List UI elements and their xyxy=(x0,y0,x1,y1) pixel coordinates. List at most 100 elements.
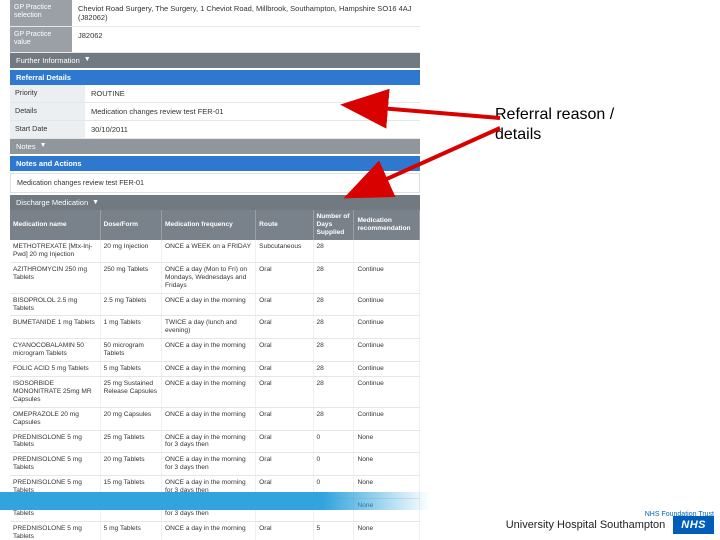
cell-route: Oral xyxy=(256,362,313,377)
referral-details-title: Referral Details xyxy=(10,70,420,85)
referral-details-row: Details Medication changes review test F… xyxy=(10,103,420,121)
cell-dose: 1 mg Tablets xyxy=(100,316,161,339)
gp-practice-selection-row: GP Practice selection Cheviot Road Surge… xyxy=(10,0,420,27)
referral-start-value: 30/10/2011 xyxy=(85,121,420,138)
cell-freq: TWICE a day (lunch and evening) xyxy=(162,316,256,339)
table-row: FOLIC ACID 5 mg Tablets5 mg TabletsONCE … xyxy=(10,362,420,377)
cell-dose: 2.5 mg Tablets xyxy=(100,293,161,316)
cell-freq: ONCE a day in the morning for 3 days the… xyxy=(162,453,256,476)
table-row: ISOSORBIDE MONONITRATE 25mg MR Capsules2… xyxy=(10,377,420,408)
cell-rec: None xyxy=(354,453,420,476)
cell-dose: 25 mg Tablets xyxy=(100,430,161,453)
table-row: METHOTREXATE [Mtx-Inj-Pwd] 20 mg Injecti… xyxy=(10,240,420,262)
table-row: CYANOCOBALAMIN 50 microgram Tablets50 mi… xyxy=(10,339,420,362)
cell-route: Oral xyxy=(256,407,313,430)
col-route: Route xyxy=(256,210,313,240)
cell-rec: Continue xyxy=(354,316,420,339)
cell-days: 28 xyxy=(313,293,354,316)
further-information-label: Further Information xyxy=(16,56,80,65)
cell-freq: ONCE a day in the morning xyxy=(162,339,256,362)
discharge-medication-section[interactable]: Discharge Medication ▼ xyxy=(10,195,420,210)
footer-logos: University Hospital Southampton NHS xyxy=(506,516,714,534)
cell-freq: ONCE a day (Mon to Fri) on Mondays, Wedn… xyxy=(162,262,256,293)
gp-practice-selection-value: Cheviot Road Surgery, The Surgery, 1 Che… xyxy=(72,0,420,26)
cell-route: Oral xyxy=(256,430,313,453)
col-medication-name: Medication name xyxy=(10,210,100,240)
trust-subtext: NHS Foundation Trust xyxy=(645,511,714,518)
further-information-section[interactable]: Further Information ▼ xyxy=(10,53,420,68)
medication-table: Medication name Dose/Form Medication fre… xyxy=(10,210,420,540)
cell-rec: None xyxy=(354,430,420,453)
cell-name: OMEPRAZOLE 20 mg Capsules xyxy=(10,407,100,430)
cell-rec xyxy=(354,240,420,262)
cell-dose: 250 mg Tablets xyxy=(100,262,161,293)
cell-rec: Continue xyxy=(354,262,420,293)
referral-priority-value: ROUTINE xyxy=(85,85,420,102)
col-days-supplied: Number of Days Supplied xyxy=(313,210,354,240)
cell-rec: Continue xyxy=(354,407,420,430)
cell-dose: 25 mg Sustained Release Capsules xyxy=(100,377,161,408)
cell-days: 0 xyxy=(313,430,354,453)
cell-name: BUMETANIDE 1 mg Tablets xyxy=(10,316,100,339)
cell-route: Subcutaneous xyxy=(256,240,313,262)
cell-freq: ONCE a day in the morning xyxy=(162,362,256,377)
table-row: PREDNISOLONE 5 mg Tablets25 mg TabletsON… xyxy=(10,430,420,453)
chevron-down-icon: ▼ xyxy=(84,56,91,64)
cell-dose: 50 microgram Tablets xyxy=(100,339,161,362)
table-row: AZITHROMYCIN 250 mg Tablets250 mg Tablet… xyxy=(10,262,420,293)
table-row: OMEPRAZOLE 20 mg Capsules20 mg CapsulesO… xyxy=(10,407,420,430)
cell-route: Oral xyxy=(256,316,313,339)
cell-days: 28 xyxy=(313,240,354,262)
notes-actions-title: Notes and Actions xyxy=(10,156,420,171)
cell-days: 28 xyxy=(313,262,354,293)
referral-priority-row: Priority ROUTINE xyxy=(10,85,420,103)
cell-days: 28 xyxy=(313,377,354,408)
col-recommendation: Medication recommendation xyxy=(354,210,420,240)
cell-name: PREDNISOLONE 5 mg Tablets xyxy=(10,453,100,476)
footer-band: University Hospital Southampton NHS NHS … xyxy=(0,492,720,540)
cell-route: Oral xyxy=(256,377,313,408)
uhs-logo-text: University Hospital Southampton xyxy=(506,519,666,531)
cell-days: 28 xyxy=(313,407,354,430)
cell-route: Oral xyxy=(256,293,313,316)
annotation-line2: details xyxy=(495,126,541,143)
footer-blue-stripe xyxy=(0,492,430,510)
notes-section[interactable]: Notes ▼ xyxy=(10,139,420,154)
gp-practice-selection-label: GP Practice selection xyxy=(10,0,72,26)
referral-start-row: Start Date 30/10/2011 xyxy=(10,121,420,139)
cell-rec: Continue xyxy=(354,377,420,408)
table-row: BISOPROLOL 2.5 mg Tablets2.5 mg Tablets O… xyxy=(10,293,420,316)
cell-name: AZITHROMYCIN 250 mg Tablets xyxy=(10,262,100,293)
cell-route: Oral xyxy=(256,339,313,362)
cell-name: ISOSORBIDE MONONITRATE 25mg MR Capsules xyxy=(10,377,100,408)
cell-name: FOLIC ACID 5 mg Tablets xyxy=(10,362,100,377)
cell-name: BISOPROLOL 2.5 mg Tablets xyxy=(10,293,100,316)
referral-details-grid: Priority ROUTINE Details Medication chan… xyxy=(10,85,420,139)
cell-route: Oral xyxy=(256,453,313,476)
cell-freq: ONCE a day in the morning for 3 days the… xyxy=(162,430,256,453)
cell-freq: ONCE a WEEK on a FRIDAY xyxy=(162,240,256,262)
referral-priority-label: Priority xyxy=(10,85,85,102)
annotation-line1: Referral reason / xyxy=(495,106,614,123)
cell-days: 28 xyxy=(313,339,354,362)
table-row: BUMETANIDE 1 mg Tablets1 mg TabletsTWICE… xyxy=(10,316,420,339)
cell-name: PREDNISOLONE 5 mg Tablets xyxy=(10,430,100,453)
nhs-logo: NHS xyxy=(673,516,714,534)
cell-days: 28 xyxy=(313,316,354,339)
cell-dose: 20 mg Tablets xyxy=(100,453,161,476)
medication-header-row: Medication name Dose/Form Medication fre… xyxy=(10,210,420,240)
discharge-medication-label: Discharge Medication xyxy=(16,198,88,207)
table-row: PREDNISOLONE 5 mg Tablets20 mg TabletsON… xyxy=(10,453,420,476)
cell-rec: Continue xyxy=(354,362,420,377)
cell-name: CYANOCOBALAMIN 50 microgram Tablets xyxy=(10,339,100,362)
chevron-down-icon: ▼ xyxy=(40,142,47,150)
col-dose-form: Dose/Form xyxy=(100,210,161,240)
referral-start-label: Start Date xyxy=(10,121,85,138)
cell-dose: 20 mg Injection xyxy=(100,240,161,262)
col-frequency: Medication frequency xyxy=(162,210,256,240)
gp-practice-value-value: J82062 xyxy=(72,27,420,52)
cell-rec: Continue xyxy=(354,293,420,316)
cell-freq: ONCE a day in the morning xyxy=(162,377,256,408)
cell-freq: ONCE a day in the morning xyxy=(162,407,256,430)
cell-dose: 20 mg Capsules xyxy=(100,407,161,430)
